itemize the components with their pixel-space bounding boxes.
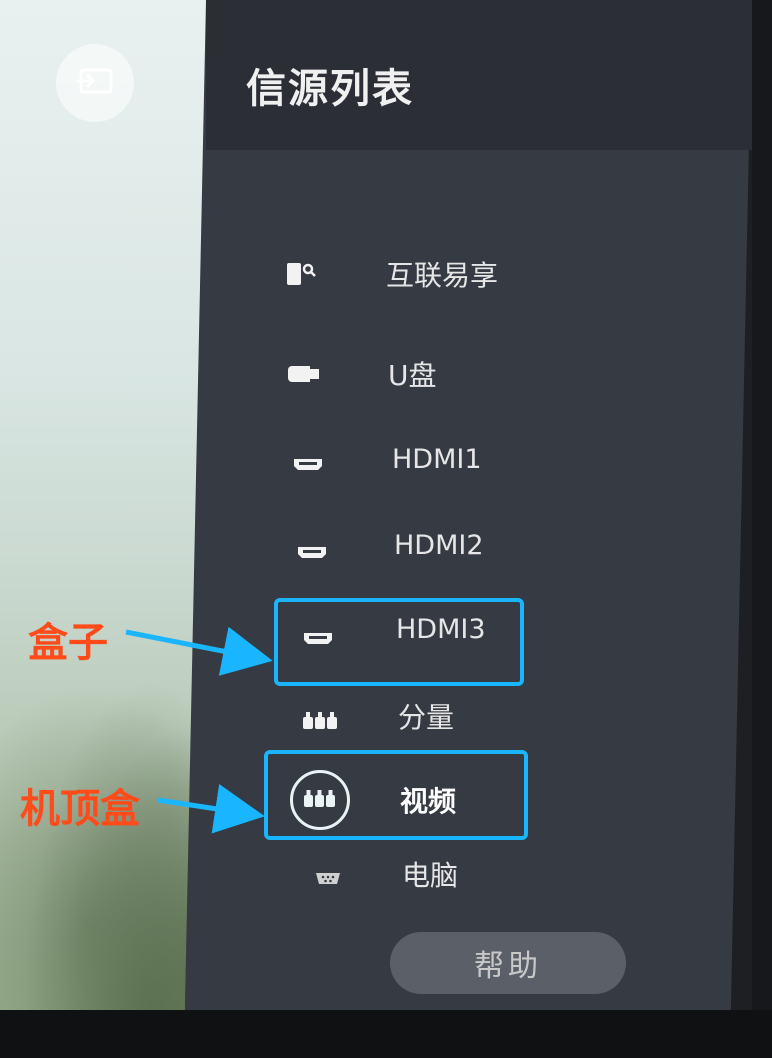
source-label: 分量 [398,701,455,734]
panel-title: 信源列表 [246,66,414,112]
source-label: HDMI1 [392,444,482,475]
source-item-hdmi1[interactable]: HDMI1 [270,432,690,492]
source-item-screen-share[interactable]: 互联易享 [270,244,690,304]
source-label: HDMI2 [394,530,484,561]
annotation-box-video [264,750,528,840]
usb-drive-icon [284,354,324,394]
source-label: 电脑 [402,859,459,892]
source-item-component[interactable]: 分量 [270,684,690,744]
source-item-pc[interactable]: 电脑 [270,842,690,902]
input-source-icon [56,44,134,122]
source-label: U盘 [388,359,437,392]
hdmi-port-icon [292,532,332,572]
tv-bezel-right [752,0,772,1058]
annotation-box-hdmi3 [274,598,524,686]
hdmi-port-icon [288,444,328,484]
vga-port-icon [308,858,348,898]
component-rca-icon [300,700,340,740]
source-label: 互联易享 [386,259,499,292]
screen-share-icon [280,254,320,294]
tv-bezel-bottom [0,1010,772,1058]
source-item-hdmi2[interactable]: HDMI2 [270,518,690,578]
source-item-usb[interactable]: U盘 [270,342,690,402]
help-button[interactable]: 帮助 [390,932,626,994]
annotation-label-box: 盒子 [28,620,108,666]
annotation-label-settop-box: 机顶盒 [20,786,140,832]
